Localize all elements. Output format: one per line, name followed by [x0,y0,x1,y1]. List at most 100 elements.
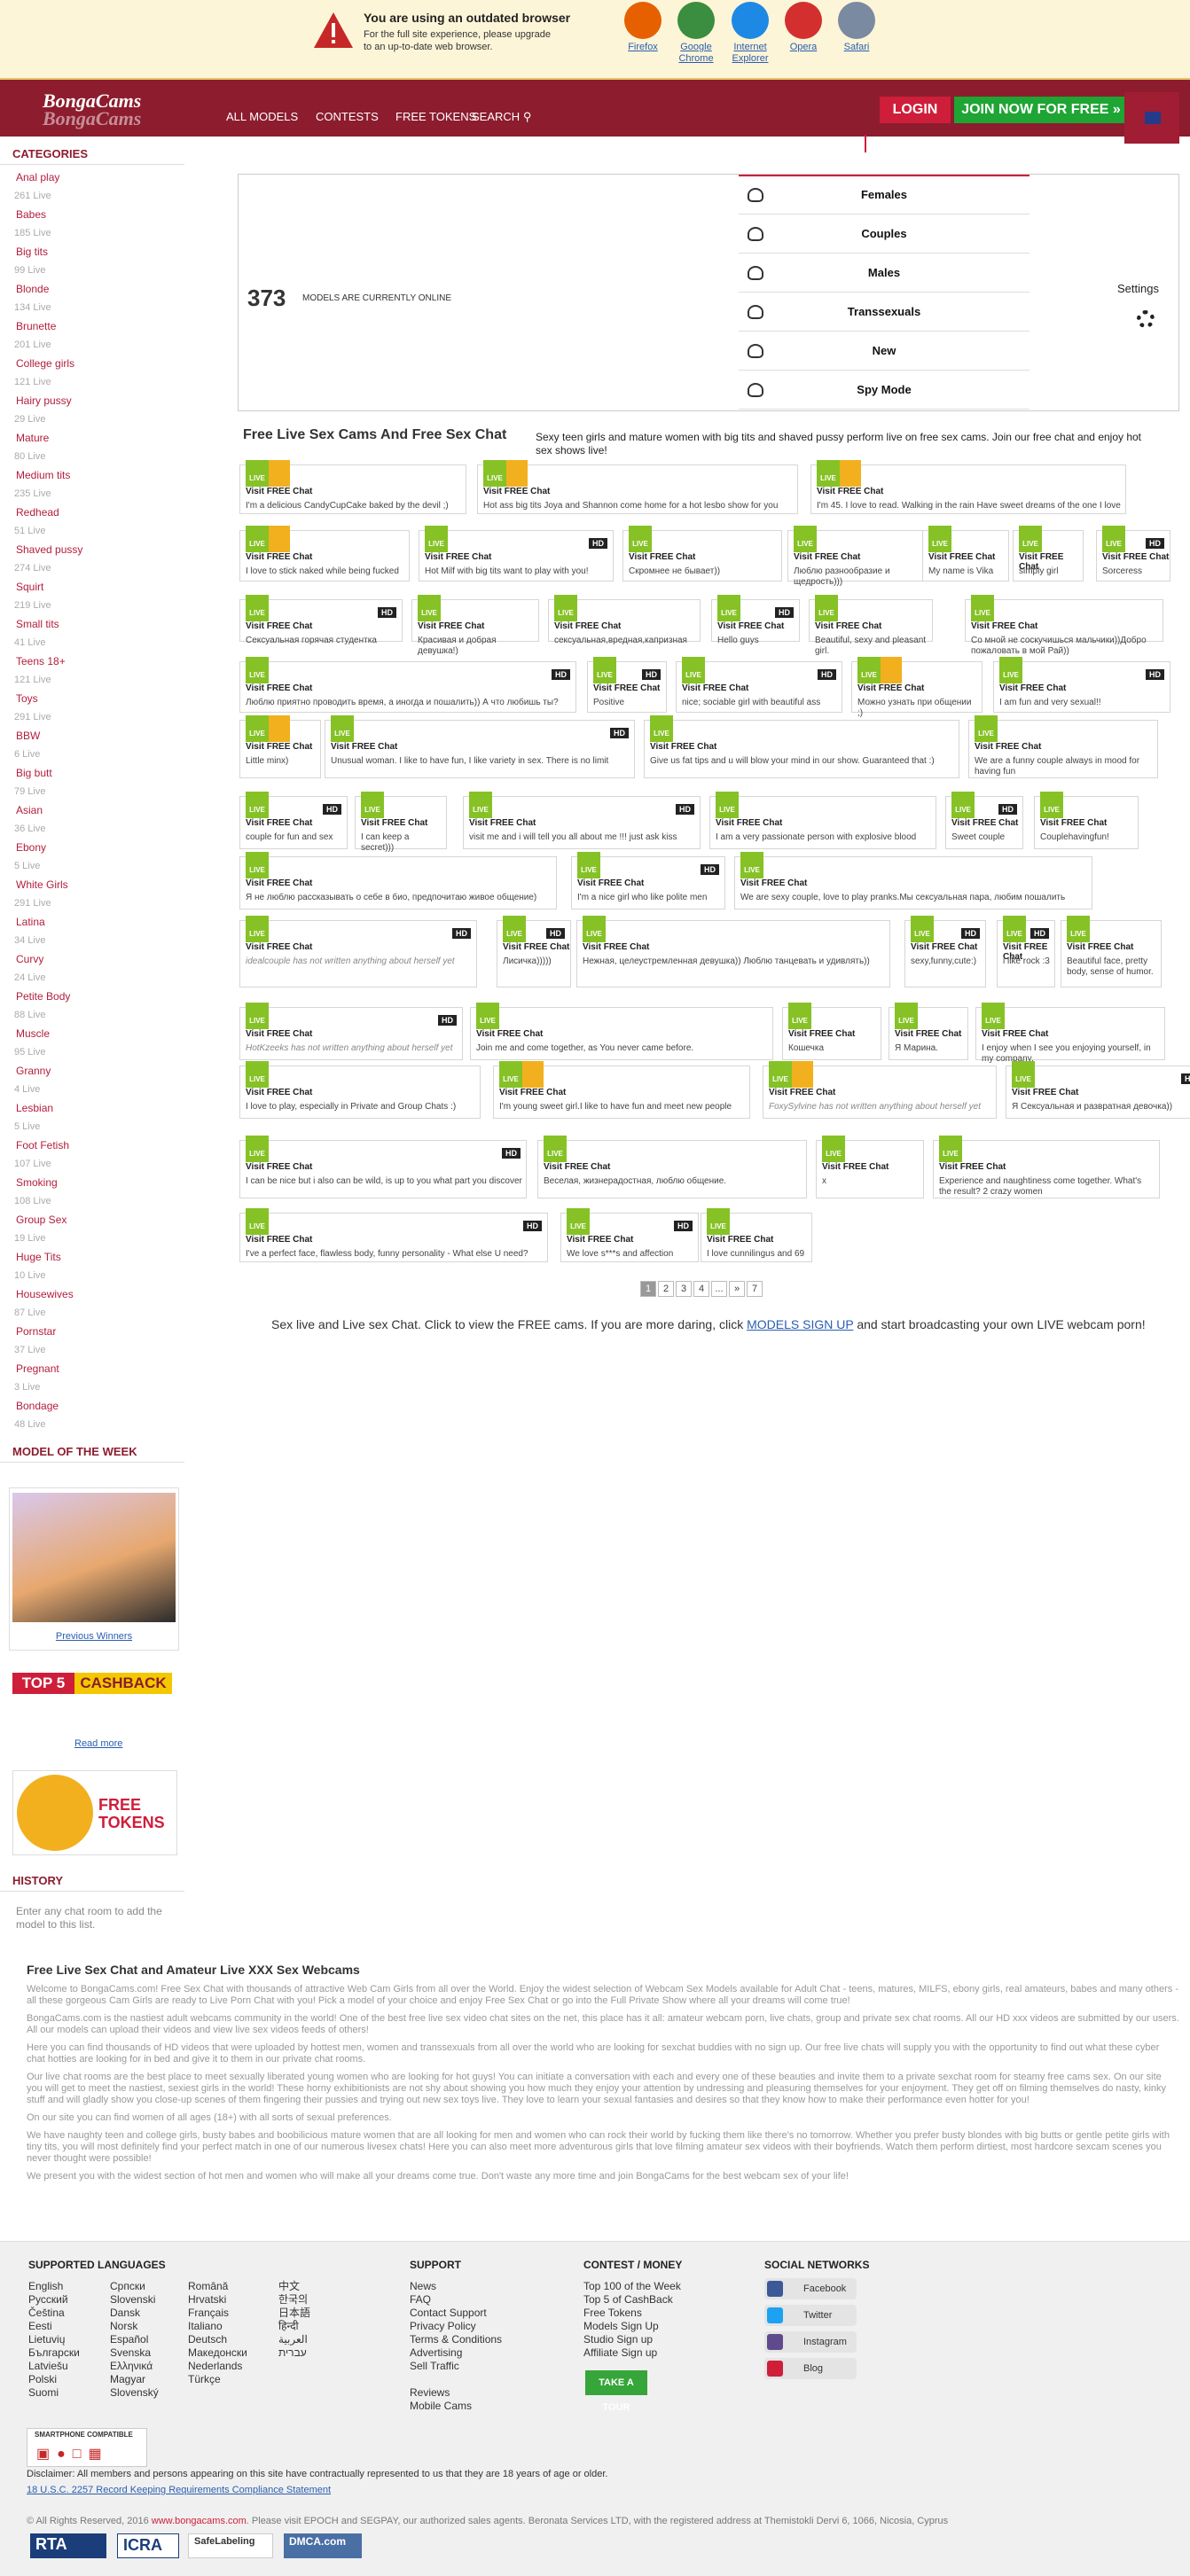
tab-new[interactable]: New [739,332,1030,371]
tab-couples[interactable]: Couples [739,215,1030,254]
visit-free-chat-link[interactable]: Visit FREE Chat [469,818,536,828]
model-card[interactable]: LIVE Visit FREE Chat I love to play, espec… [239,1061,481,1119]
visit-free-chat-link[interactable]: Visit FREE Chat [999,683,1066,693]
model-card[interactable]: LIVE Visit FREE Chat x [816,1136,924,1198]
nav-contests[interactable]: CONTESTS [316,110,379,123]
language-link[interactable]: Български [28,2346,80,2360]
model-card[interactable]: LIVE Visit FREE Chat Красивая и добрая дев… [411,595,539,656]
language-link[interactable]: English [28,2280,63,2293]
visit-free-chat-link[interactable]: Visit FREE Chat [499,1088,566,1097]
model-card[interactable]: LIVE Visit FREE Chat Hot ass big tits Joya… [477,460,798,514]
visit-free-chat-link[interactable]: Visit FREE Chat [246,1235,312,1245]
dmca-badge[interactable]: DMCA.com [284,2533,362,2558]
visit-free-chat-link[interactable]: Visit FREE Chat [939,1162,1006,1172]
model-card[interactable]: LIVE Visit FREE Chat I'm young sweet girl.… [493,1061,750,1119]
visit-free-chat-link[interactable]: Visit FREE Chat [246,742,312,752]
visit-free-chat-link[interactable]: Visit FREE Chat [361,818,427,828]
category-item[interactable]: Blonde 134 Live [0,280,184,317]
model-card[interactable]: LIVE Visit FREE Chat I can keep a secret))… [355,792,447,853]
visit-free-chat-link[interactable]: Visit FREE Chat [246,818,312,828]
model-card[interactable]: LIVE Visit FREE Chat HD Лисичка))))) [497,916,571,987]
model-card[interactable]: LIVE Visit FREE Chat I love to stick naked… [239,526,410,582]
category-item[interactable]: White Girls 291 Live [0,876,184,913]
nav-free-tokens[interactable]: FREE TOKENS [395,110,476,123]
category-item[interactable]: Squirt 219 Live [0,578,184,615]
model-card[interactable]: LIVE Visit FREE Chat Веселая, жизнерадостн… [537,1136,807,1198]
visit-free-chat-link[interactable]: Visit FREE Chat [554,621,621,631]
model-card[interactable]: LIVE Visit FREE Chat HD I've a perfect face… [239,1208,548,1262]
read-more-link[interactable]: Read more [74,1738,122,1749]
browser-safari[interactable]: Safari [832,2,881,53]
model-card[interactable]: LIVE Visit FREE Chat HD Positive [587,657,667,713]
visit-free-chat-link[interactable]: Visit FREE Chat [1040,818,1107,828]
visit-free-chat-link[interactable]: Visit FREE Chat [650,742,716,752]
category-item[interactable]: Housewives 87 Live [0,1285,184,1323]
visit-free-chat-link[interactable]: Visit FREE Chat [682,683,748,693]
model-card[interactable]: LIVE Visit FREE Chat Я Марина. [889,1003,968,1060]
settings-label[interactable]: Settings [1117,282,1159,295]
support-link[interactable]: FAQ [410,2293,431,2307]
nav-search[interactable]: SEARCH ⚲ [472,110,531,124]
visit-free-chat-link[interactable]: Visit FREE Chat [740,878,807,888]
icra-badge[interactable]: ICRA [117,2533,179,2558]
model-card[interactable]: LIVE Visit FREE Chat HD nice; sociable girl… [676,657,842,713]
visit-free-chat-link[interactable]: Visit FREE Chat [544,1162,610,1172]
model-card[interactable]: LIVE Visit FREE Chat I am a very passionat… [709,792,936,849]
login-button[interactable]: LOGIN [880,97,951,123]
page-button[interactable]: 1 [640,1281,656,1297]
support-link[interactable]: Reviews [410,2386,450,2400]
model-card[interactable]: LIVE Visit FREE Chat I'm a delicious Candy… [239,460,466,514]
social-instagram[interactable]: Instagram [764,2331,857,2353]
language-link[interactable]: Deutsch [188,2333,227,2346]
previous-winners-link[interactable]: Previous Winners [9,1631,179,1642]
language-link[interactable]: Polski [28,2373,57,2386]
category-item[interactable]: Bondage 48 Live [0,1397,184,1434]
social-twitter[interactable]: Twitter [764,2305,857,2326]
model-card[interactable]: LIVE Visit FREE Chat FoxySylvine has not w… [763,1061,997,1119]
visit-free-chat-link[interactable]: Visit FREE Chat [716,818,782,828]
browser-internet-explorer[interactable]: Internet Explorer [725,2,775,65]
browser-opera[interactable]: Opera [779,2,828,53]
language-link[interactable]: Čeština [28,2307,65,2320]
language-link[interactable]: 日本語 [278,2307,310,2320]
language-link[interactable]: Norsk [110,2320,137,2333]
contest-link[interactable]: Affiliate Sign up [583,2346,657,2360]
model-card[interactable]: LIVE Visit FREE Chat HD Hot Milf with big t… [419,526,614,582]
contest-link[interactable]: Models Sign Up [583,2320,659,2333]
visit-free-chat-link[interactable]: Visit FREE Chat [1102,552,1169,562]
language-link[interactable]: Русский [28,2293,68,2307]
language-link[interactable]: 中文 [278,2280,300,2293]
model-card[interactable]: LIVE Visit FREE Chat HD couple for fun and … [239,792,348,849]
model-card[interactable]: LIVE Visit FREE Chat HD Люблю приятно прово… [239,657,576,713]
page-button[interactable]: 7 [747,1281,763,1297]
visit-free-chat-link[interactable]: Visit FREE Chat [769,1088,835,1097]
visit-free-chat-link[interactable]: Visit FREE Chat [629,552,695,562]
language-link[interactable]: Latviešu [28,2360,68,2373]
visit-free-chat-link[interactable]: Visit FREE Chat [246,487,312,496]
model-card[interactable]: LIVE Visit FREE Chat HD Unusual woman. I li… [325,715,635,778]
category-item[interactable]: Redhead 51 Live [0,503,184,541]
visit-free-chat-link[interactable]: Visit FREE Chat [425,552,491,562]
top5-cashback-banner[interactable]: TOP 5 CASHBACK [12,1673,172,1694]
free-tokens-banner[interactable]: FREE TOKENS [12,1770,177,1855]
visit-free-chat-link[interactable]: Visit FREE Chat [951,818,1018,828]
model-card[interactable]: LIVE Visit FREE Chat HD visit me and i will… [463,792,701,849]
model-card[interactable]: LIVE Visit FREE Chat HD We love s***s and a… [560,1208,699,1262]
safelabeling-badge[interactable]: SafeLabeling [188,2533,273,2558]
model-card[interactable]: LIVE Visit FREE Chat My name is Vika [922,526,1009,582]
visit-free-chat-link[interactable]: Visit FREE Chat [331,742,397,752]
language-link[interactable]: हिन्दी [278,2320,299,2333]
category-item[interactable]: Medium tits 235 Live [0,466,184,503]
category-item[interactable]: Muscle 95 Live [0,1025,184,1062]
model-card[interactable]: LIVE Visit FREE Chat Beautiful face, prett… [1061,916,1162,987]
model-card[interactable]: LIVE Visit FREE Chat We are a funny couple… [968,715,1158,778]
category-item[interactable]: Asian 36 Live [0,801,184,839]
browser-google-chrome[interactable]: Google Chrome [671,2,721,65]
visit-free-chat-link[interactable]: Visit FREE Chat [794,552,860,562]
contest-link[interactable]: Studio Sign up [583,2333,653,2346]
language-link[interactable]: Suomi [28,2386,59,2400]
model-card[interactable]: LIVE Visit FREE Chat I enjoy when I see yo… [975,1003,1165,1064]
category-item[interactable]: Hairy pussy 29 Live [0,392,184,429]
social-facebook[interactable]: Facebook [764,2278,857,2299]
visit-free-chat-link[interactable]: Visit FREE Chat [982,1029,1048,1039]
